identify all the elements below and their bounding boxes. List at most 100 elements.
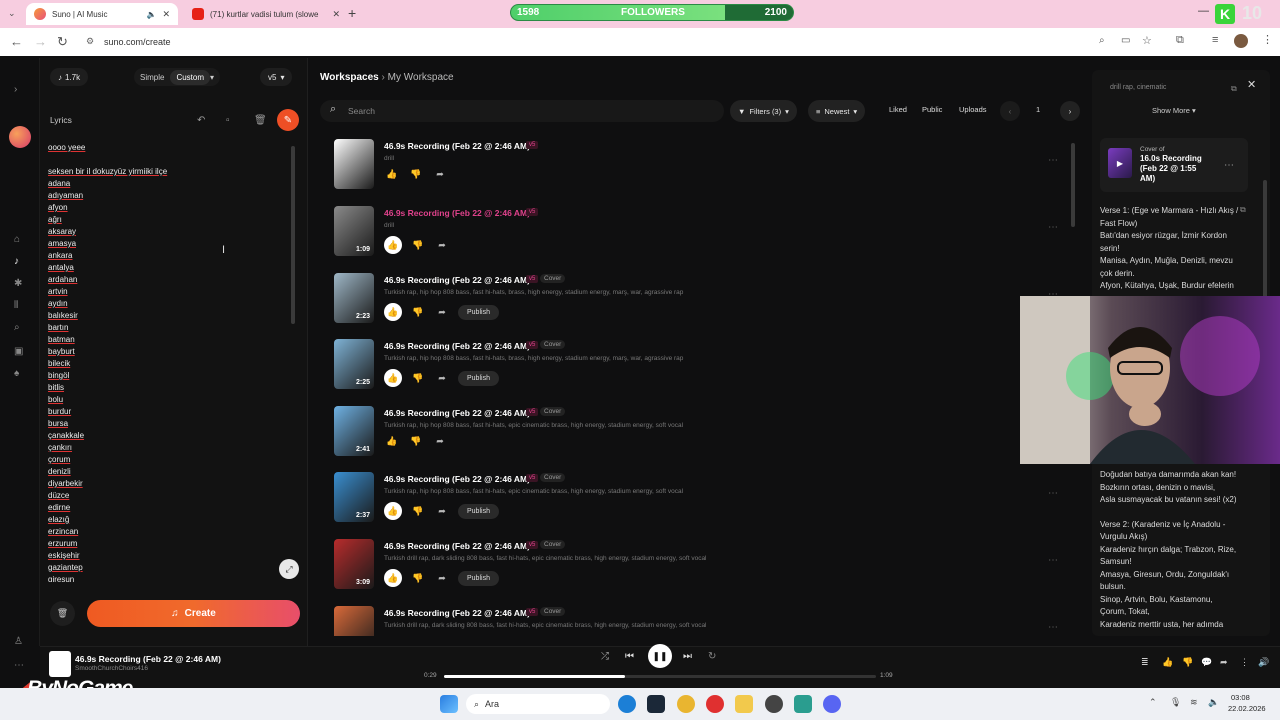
back-icon[interactable]: ← — [10, 34, 23, 49]
now-playing-thumb[interactable] — [49, 651, 71, 677]
dislike-icon[interactable]: 👎 — [410, 307, 426, 318]
extensions-icon[interactable]: ⧉ — [1176, 34, 1184, 47]
mode-custom[interactable]: Custom — [170, 69, 211, 85]
song-title[interactable]: 46.9s Recording (Feb 22 @ 2:46 AM) — [384, 474, 530, 484]
tray-chevron-icon[interactable]: ⌃ — [1149, 697, 1157, 708]
now-playing-artist[interactable]: SmoothChurchChoirs416 — [75, 665, 148, 672]
dislike-icon[interactable]: 👎 — [410, 373, 426, 384]
like-icon[interactable]: 👍 — [384, 169, 400, 180]
song-cover-art[interactable]: 2:37 — [334, 472, 374, 522]
dislike-icon[interactable]: 👎 — [410, 240, 426, 251]
detail-scrollbar[interactable] — [1263, 180, 1267, 300]
lock-icon[interactable]: ▣ — [14, 346, 23, 357]
taskbar-search[interactable]: ⌕ Ara — [466, 694, 610, 714]
song-cover-art[interactable] — [334, 606, 374, 636]
chip-uploads[interactable]: Uploads — [959, 105, 987, 114]
song-more-icon[interactable]: ⋯ — [1048, 222, 1058, 233]
share-icon[interactable]: ➦ — [432, 169, 448, 180]
settings-icon[interactable] — [765, 695, 783, 713]
tab-search-icon[interactable]: ⌄ — [8, 8, 16, 19]
breadcrumb-current[interactable]: My Workspace — [388, 72, 454, 83]
minimize-icon[interactable]: — — [1198, 5, 1209, 17]
dislike-icon[interactable]: 👎 — [410, 506, 426, 517]
publish-button[interactable]: Publish — [458, 370, 499, 386]
menu-dots-icon[interactable]: ⋮ — [1262, 33, 1273, 46]
song-cover-art[interactable]: 3:09 — [334, 539, 374, 589]
filters-button[interactable]: ▼ Filters (3) ▾ — [730, 100, 797, 122]
trash-icon[interactable]: 🗑 — [254, 115, 267, 126]
upgrade-icon[interactable]: ♙ — [14, 636, 23, 647]
search-box[interactable]: ⌕ Search — [320, 100, 724, 122]
song-cover-art[interactable]: 1:09 — [334, 206, 374, 256]
next-page-icon[interactable]: › — [1060, 101, 1080, 121]
song-cover-art[interactable]: 2:41 — [334, 406, 374, 456]
song-title[interactable]: 46.9s Recording (Feb 22 @ 2:46 AM) — [384, 141, 530, 151]
page-number[interactable]: 1 — [1036, 105, 1040, 114]
chrome-icon[interactable] — [677, 695, 695, 713]
media-icon[interactable]: ≡ — [1212, 34, 1218, 46]
zoom-icon[interactable]: ⌕ — [1099, 35, 1105, 46]
shuffle-icon[interactable]: ⤮ — [601, 651, 609, 662]
share-icon[interactable]: ➦ — [434, 373, 450, 384]
steam-icon[interactable] — [647, 695, 665, 713]
song-more-icon[interactable]: ⋯ — [1048, 555, 1058, 566]
copy-tags-icon[interactable]: ⧉ — [1231, 84, 1237, 94]
mic-icon[interactable]: 🎙 — [1170, 697, 1181, 708]
bookmark-star-icon[interactable]: ☆ — [1142, 34, 1152, 47]
clock-time[interactable]: 03:08 — [1231, 693, 1250, 702]
close-tab-icon[interactable]: ✕ — [162, 9, 170, 20]
speaker-tray-icon[interactable]: 🔈 — [1208, 697, 1219, 708]
mode-simple[interactable]: Simple — [134, 73, 170, 82]
clock-date[interactable]: 22.02.2026 — [1228, 704, 1266, 713]
song-row[interactable]: 1:09 46.9s Recording (Feb 22 @ 2:46 AM) v5… — [334, 206, 1064, 266]
like-icon[interactable]: 👍 — [384, 236, 402, 254]
new-tab-icon[interactable]: + — [348, 5, 356, 21]
song-title[interactable]: 46.9s Recording (Feb 22 @ 2:46 AM) — [384, 275, 530, 285]
publish-button[interactable]: Publish — [458, 503, 499, 519]
show-more-button[interactable]: Show More ▾ — [1152, 106, 1196, 115]
close-tab-icon[interactable]: ✕ — [332, 9, 340, 20]
publish-button[interactable]: Publish — [458, 570, 499, 586]
auto-lyrics-icon[interactable]: ✎ — [277, 109, 299, 131]
share-icon[interactable]: ➦ — [434, 506, 450, 517]
song-title[interactable]: 46.9s Recording (Feb 22 @ 2:46 AM) — [384, 208, 530, 218]
expand-rail-icon[interactable]: › — [14, 84, 17, 95]
file-explorer-icon[interactable] — [735, 695, 753, 713]
song-row[interactable]: 2:41 46.9s Recording (Feb 22 @ 2:46 AM) v5… — [334, 406, 1064, 466]
queue-icon[interactable]: ≣ — [1141, 657, 1149, 668]
song-row[interactable]: 46.9s Recording (Feb 22 @ 2:46 AM) v5 Cove… — [334, 606, 1064, 636]
create-button[interactable]: ♫ Create — [87, 600, 300, 627]
home-icon[interactable]: ⌂ — [14, 234, 20, 245]
cover-source-card[interactable]: ▶ Cover of 16.0s Recording (Feb 22 @ 1:5… — [1100, 138, 1248, 192]
like-icon[interactable]: 👍 — [384, 569, 402, 587]
library-icon[interactable]: ⫴ — [14, 300, 18, 311]
reload-icon[interactable]: ↻ — [57, 34, 68, 50]
like-icon[interactable]: 👍 — [1162, 657, 1173, 668]
song-row[interactable]: 46.9s Recording (Feb 22 @ 2:46 AM) v5 dril… — [334, 139, 1064, 199]
song-more-icon[interactable]: ⋯ — [1048, 622, 1058, 633]
repeat-icon[interactable]: ↻ — [708, 651, 716, 662]
publish-button[interactable]: Publish — [458, 304, 499, 320]
windows-start-icon[interactable] — [440, 695, 458, 713]
forward-icon[interactable]: → — [34, 34, 47, 49]
song-row[interactable]: 2:37 46.9s Recording (Feb 22 @ 2:46 AM) v5… — [334, 472, 1064, 532]
site-info-icon[interactable]: ⚙ — [86, 36, 94, 47]
share-icon[interactable]: ➦ — [1220, 657, 1228, 668]
clear-icon[interactable]: 🗑 — [50, 601, 75, 626]
chip-liked[interactable]: Liked — [889, 105, 907, 114]
like-icon[interactable]: 👍 — [384, 369, 402, 387]
discord-icon[interactable] — [823, 695, 841, 713]
song-row[interactable]: 2:23 46.9s Recording (Feb 22 @ 2:46 AM) v5… — [334, 273, 1064, 333]
dislike-icon[interactable]: 👎 — [410, 573, 426, 584]
search-nav-icon[interactable]: ⌕ — [14, 322, 20, 333]
like-icon[interactable]: 👍 — [384, 436, 400, 447]
copy-icon[interactable]: ▫ — [226, 115, 230, 126]
player-more-icon[interactable]: ⋮ — [1240, 657, 1249, 668]
speaker-icon[interactable]: 🔈 — [146, 10, 156, 19]
profile-avatar[interactable] — [1234, 34, 1248, 48]
dislike-icon[interactable]: 👎 — [408, 169, 424, 180]
studio-icon[interactable]: ✱ — [14, 278, 22, 289]
user-avatar[interactable] — [9, 126, 31, 148]
pause-button[interactable]: ❚❚ — [648, 644, 672, 668]
undo-icon[interactable]: ↶ — [197, 115, 205, 126]
